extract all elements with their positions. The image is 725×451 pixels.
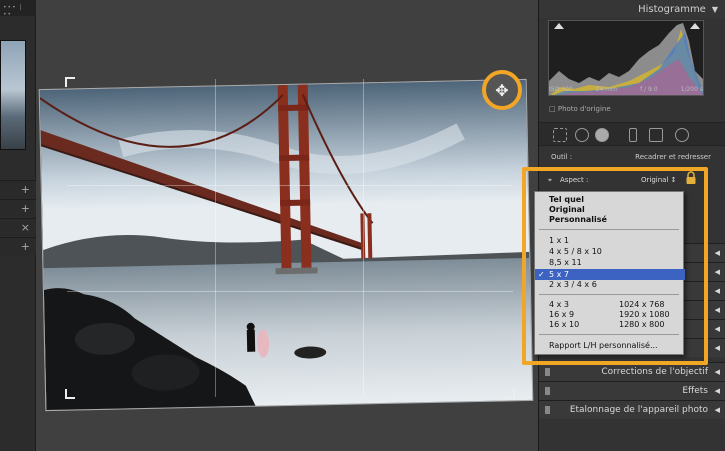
rotate-handle[interactable]: ✥ xyxy=(482,70,522,110)
original-photo-checkbox[interactable]: □ Photo d'origine xyxy=(549,105,611,113)
original-photo-label: Photo d'origine xyxy=(557,105,611,113)
adjustment-brush-icon[interactable] xyxy=(675,128,689,142)
expand-triangle-icon[interactable]: ◀ xyxy=(715,406,720,414)
expand-triangle-icon[interactable]: ◀ xyxy=(715,387,720,395)
red-eye-icon[interactable] xyxy=(595,128,609,142)
tools-strip xyxy=(539,122,725,146)
tool-value: Recadrer et redresser xyxy=(635,153,711,161)
tool-label: Outil : xyxy=(551,153,573,161)
left-row[interactable]: + xyxy=(0,199,36,217)
add-icon[interactable]: + xyxy=(21,240,30,253)
exif-info: ISO 400 24 mm f / 9.0 1/200 s xyxy=(549,86,703,93)
panel-switch[interactable] xyxy=(545,406,550,414)
left-panel: ••• | •• + + × + xyxy=(0,0,36,451)
panel-switch[interactable] xyxy=(545,387,550,395)
graduated-filter-icon[interactable] xyxy=(629,128,637,142)
panel-title: Effets xyxy=(682,386,708,396)
aspect-highlight-box xyxy=(522,167,708,365)
close-icon[interactable]: × xyxy=(21,221,30,234)
spot-removal-icon[interactable] xyxy=(575,128,589,142)
add-icon[interactable]: + xyxy=(21,183,30,196)
expand-triangle-icon[interactable]: ◀ xyxy=(715,368,720,376)
iso-value: ISO 400 xyxy=(549,86,573,93)
focal-value: 24 mm xyxy=(595,86,617,93)
rotate-icon[interactable]: ✥ xyxy=(495,81,508,100)
panel-title: Etalonnage de l'appareil photo xyxy=(569,405,708,415)
panel-switch[interactable] xyxy=(545,368,550,376)
histogram-header[interactable]: Histogramme ▼ xyxy=(539,0,725,18)
golden-gate-photo xyxy=(39,79,534,412)
radial-filter-icon[interactable] xyxy=(649,128,663,142)
panel-effects[interactable]: Effets ◀ xyxy=(539,381,725,400)
collapse-triangle-icon[interactable]: ▼ xyxy=(712,5,718,14)
add-icon[interactable]: + xyxy=(21,202,30,215)
histogram-title: Histogramme xyxy=(638,3,706,15)
left-panel-top: ••• | •• xyxy=(0,0,36,18)
left-row[interactable]: + xyxy=(0,237,36,255)
thumbnail-image[interactable] xyxy=(0,40,26,150)
panel-calibration[interactable]: Etalonnage de l'appareil photo ◀ xyxy=(539,400,725,419)
left-row[interactable]: × xyxy=(0,218,36,236)
photo[interactable] xyxy=(38,78,534,412)
histogram-graph xyxy=(548,20,704,96)
shutter-value: 1/200 s xyxy=(680,86,703,93)
panel-title: Corrections de l'objectif xyxy=(601,367,708,377)
aperture-value: f / 9.0 xyxy=(640,86,658,93)
crop-icon[interactable] xyxy=(553,128,567,142)
left-row[interactable]: + xyxy=(0,180,36,198)
